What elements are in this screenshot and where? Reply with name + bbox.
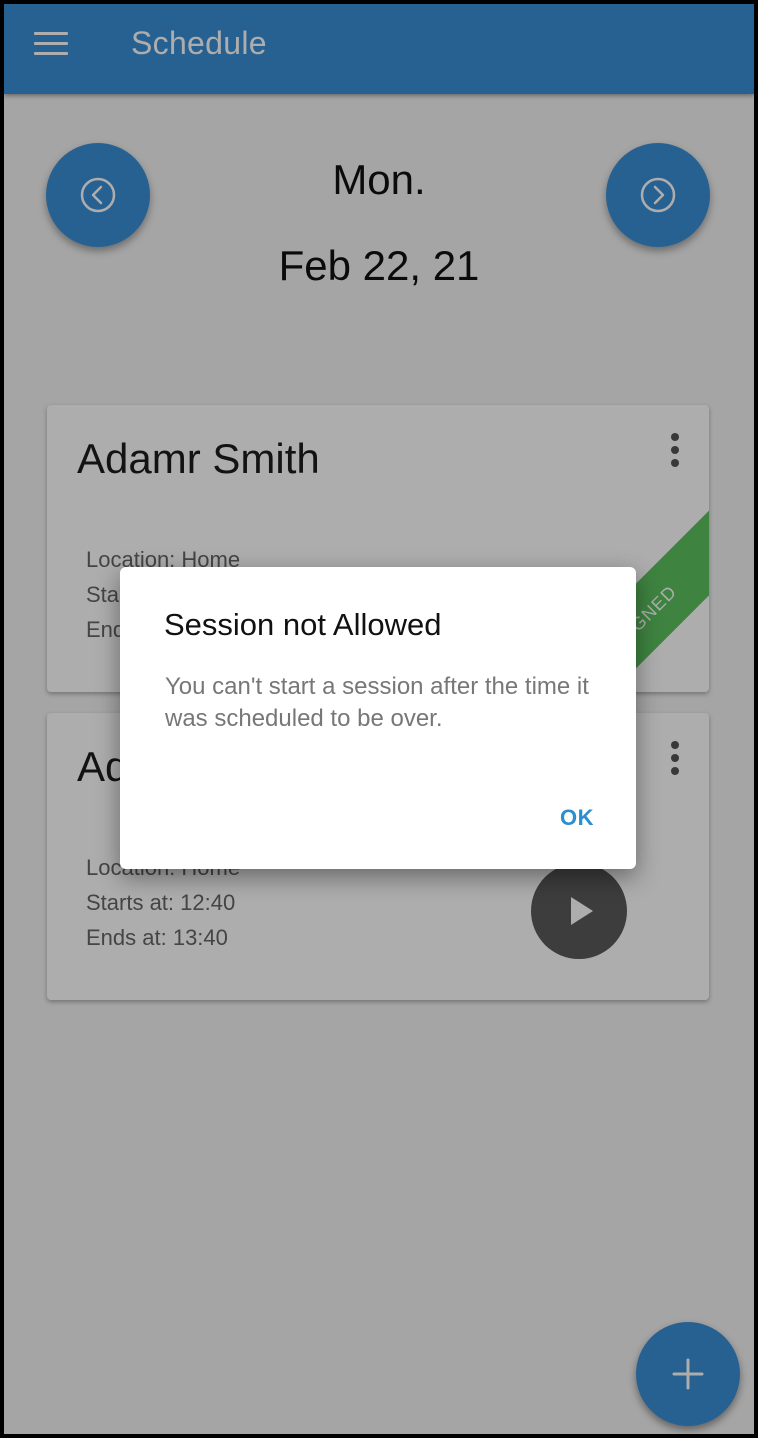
session-not-allowed-dialog: Session not Allowed You can't start a se…: [120, 567, 636, 869]
schedule-screen: Schedule Mon. Feb 22, 21 Adamr Smith Loc…: [4, 4, 754, 1434]
ok-button[interactable]: OK: [560, 805, 594, 831]
dialog-message: You can't start a session after the time…: [165, 673, 589, 732]
dialog-title: Session not Allowed: [164, 607, 442, 642]
